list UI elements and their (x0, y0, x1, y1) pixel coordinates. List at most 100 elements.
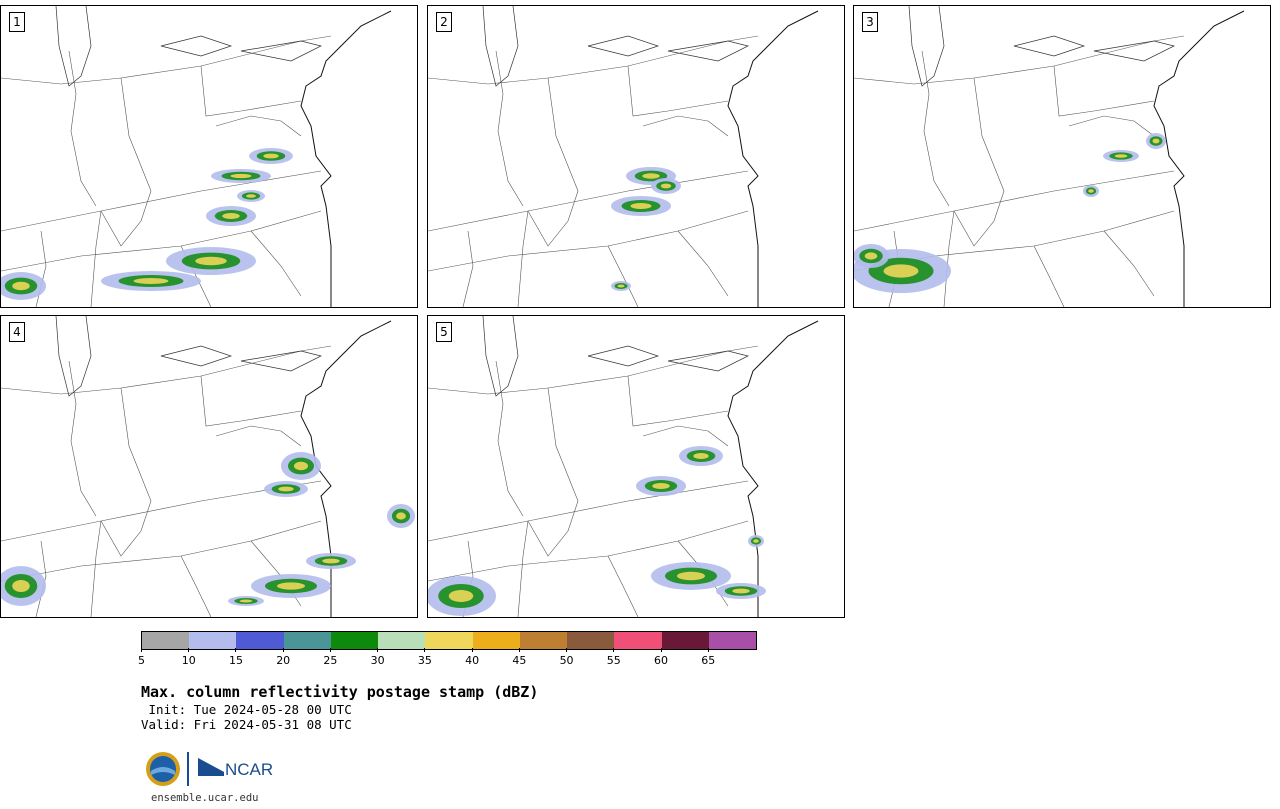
state-boundary (517, 210, 529, 307)
state-boundary (68, 360, 97, 517)
ensemble-member-panel-5: 5 (427, 315, 845, 618)
state-boundary (200, 375, 302, 427)
colorbar-tick (329, 648, 331, 652)
colorbar-tick-label: 40 (465, 654, 480, 667)
panel-number: 3 (862, 12, 878, 32)
state-boundary (607, 245, 639, 307)
colorbar-tick-label: 65 (701, 654, 716, 667)
reflectivity-echo (753, 539, 759, 543)
state-boundary (642, 115, 729, 137)
reflectivity-echo (222, 213, 240, 219)
logo-divider (187, 752, 189, 786)
state-boundary (215, 425, 302, 447)
website-url: ensemble.ucar.edu (151, 792, 259, 804)
colorbar-tick-label: 60 (654, 654, 669, 667)
state-boundary (250, 230, 302, 297)
reflectivity-echo (660, 183, 672, 189)
state-boundary (100, 190, 152, 247)
state-boundary (428, 210, 749, 272)
colorbar-tick-label: 15 (228, 654, 243, 667)
state-boundary (120, 387, 152, 502)
colorbar-tick-label: 55 (606, 654, 621, 667)
reflectivity-echo (864, 252, 878, 260)
valid-time: Valid: Fri 2024-05-31 08 UTC (141, 717, 352, 732)
reflectivity-echo (732, 588, 750, 594)
ncar-logo: NCAR (198, 758, 273, 779)
reflectivity-echo (448, 590, 474, 602)
panel-number: 1 (9, 12, 25, 32)
colorbar-segment (378, 632, 426, 649)
state-boundary (973, 77, 1005, 192)
state-boundary (495, 360, 524, 517)
ensemble-member-panel-3: 3 (853, 5, 1271, 308)
state-boundary (642, 425, 729, 447)
state-boundary (921, 50, 950, 207)
colorbar-segment (142, 632, 190, 649)
colorbar-tick (613, 648, 615, 652)
colorbar-segment (283, 632, 331, 649)
state-boundary (1, 35, 332, 85)
colorbar-tick-label: 50 (559, 654, 574, 667)
colorbar-segment (661, 632, 709, 649)
state-boundary (90, 520, 102, 617)
reflectivity-echo (246, 194, 256, 198)
state-boundary (627, 65, 729, 117)
state-boundary (1, 345, 332, 395)
colorbar-tick-label: 45 (512, 654, 527, 667)
colorbar-tick (471, 648, 473, 652)
colorbar-tick (235, 648, 237, 652)
colorbar-tick-label: 20 (276, 654, 291, 667)
colorbar-segment (425, 632, 473, 649)
state-boundary (1053, 65, 1155, 117)
ensemble-member-panel-1: 1 (0, 5, 418, 308)
reflectivity-echo (12, 281, 30, 291)
colorbar-tick (377, 648, 379, 652)
colorbar-tick-label: 25 (323, 654, 338, 667)
reflectivity-echo (883, 264, 919, 278)
reflectivity-echo (1152, 138, 1160, 144)
coastline (727, 320, 819, 617)
state-boundary (1103, 230, 1155, 297)
state-boundary (428, 480, 749, 542)
state-boundary (854, 35, 1185, 85)
reflectivity-echo (277, 582, 305, 590)
state-boundary (1, 210, 322, 272)
state-boundary (547, 387, 579, 502)
colorbar-segment (519, 632, 568, 649)
state-boundary (1, 170, 322, 232)
svg-text:NCAR: NCAR (225, 760, 273, 779)
state-boundary (462, 230, 474, 307)
state-boundary (120, 77, 152, 192)
colorbar-tick (282, 648, 284, 652)
state-boundary (517, 520, 529, 617)
reflectivity-echo (652, 483, 670, 489)
state-boundary (607, 555, 639, 617)
state-boundary (677, 230, 729, 297)
reflectivity-echo (239, 599, 253, 603)
coastline (1153, 10, 1245, 307)
colorbar-segment (614, 632, 662, 649)
reflectivity-echo (396, 512, 406, 520)
panel-number: 2 (436, 12, 452, 32)
colorbar-tick-label: 10 (181, 654, 196, 667)
map-canvas (428, 316, 819, 617)
reflectivity-colorbar (141, 631, 757, 650)
state-boundary (943, 210, 955, 307)
state-boundary (200, 65, 302, 117)
reflectivity-echo (230, 173, 252, 179)
colorbar-tick-label: 35 (417, 654, 432, 667)
panel-number: 4 (9, 322, 25, 342)
reflectivity-echo (322, 558, 340, 564)
state-boundary (68, 50, 97, 207)
state-boundary (854, 170, 1175, 232)
state-boundary (215, 115, 302, 137)
state-boundary (90, 210, 102, 307)
state-boundary (100, 500, 152, 557)
product-title: Max. column reflectivity postage stamp (… (141, 683, 539, 701)
state-boundary (495, 50, 524, 207)
colorbar-segment (472, 632, 520, 649)
reflectivity-echo (263, 153, 279, 159)
coastline (300, 10, 392, 307)
reflectivity-echo (12, 580, 30, 592)
nsf-logo (146, 752, 180, 786)
